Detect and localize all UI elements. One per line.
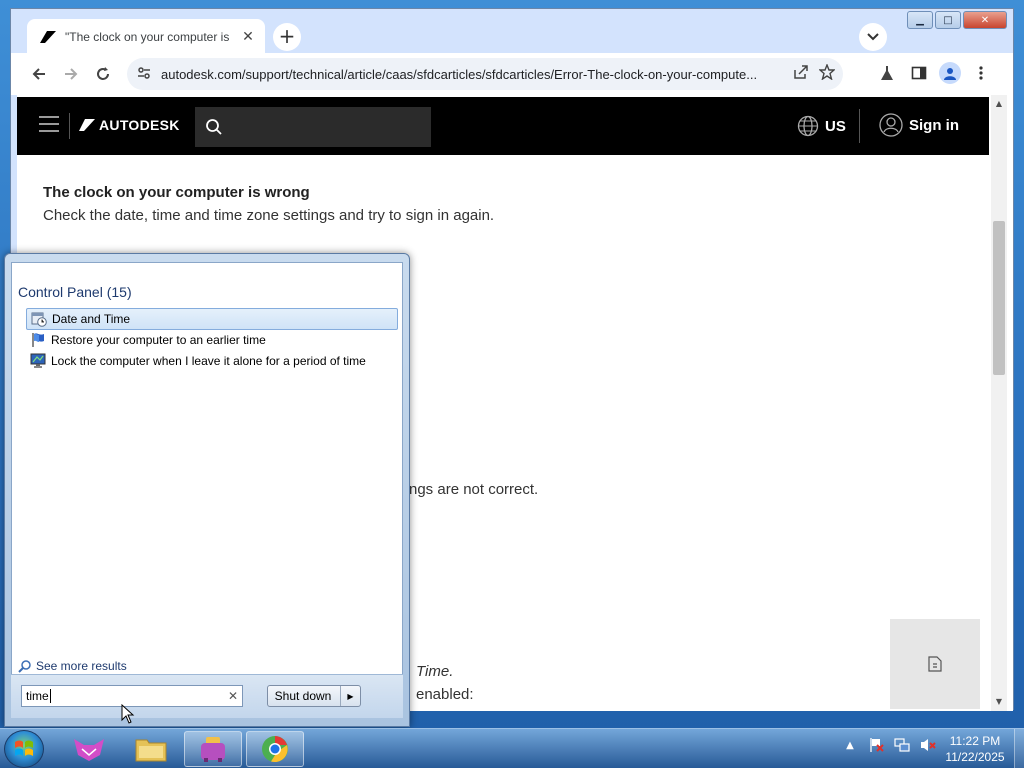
toolbar-right [875, 61, 993, 85]
document-icon [928, 656, 942, 672]
forward-button[interactable] [55, 58, 87, 90]
tab-search-button[interactable] [859, 23, 887, 51]
text-caret [49, 689, 51, 703]
see-more-label: See more results [36, 659, 127, 673]
user-icon [879, 113, 903, 137]
reload-icon [97, 67, 109, 80]
search-icon [206, 119, 222, 135]
clock-date: 11/22/2025 [945, 750, 1005, 764]
profile-avatar-icon[interactable] [939, 62, 961, 84]
reload-button[interactable] [87, 58, 119, 90]
new-tab-button[interactable]: + [273, 23, 301, 51]
browser-toolbar: autodesk.com/support/technical/article/c… [11, 53, 1013, 95]
globe-icon [797, 115, 819, 137]
region-label: US [825, 117, 846, 135]
window-controls: ▁ □ ✕ [907, 11, 1007, 29]
bookmark-star-icon[interactable] [818, 63, 836, 84]
site-header: AUTODESK US Sign in [17, 97, 989, 155]
calendar-clock-icon [31, 311, 47, 327]
monitor-icon [30, 353, 46, 369]
action-center-flag-icon[interactable] [868, 737, 884, 753]
volume-muted-icon[interactable] [920, 737, 936, 753]
sign-in-label: Sign in [909, 116, 959, 134]
result-label: Date and Time [52, 312, 131, 326]
maximize-button[interactable]: □ [935, 11, 961, 29]
hamburger-menu-icon[interactable] [39, 116, 59, 134]
tab-autodesk[interactable]: "The clock on your computer is ✕ [27, 19, 265, 55]
chevron-down-icon [867, 33, 879, 41]
minimize-button[interactable]: ▁ [907, 11, 933, 29]
side-panel-icon[interactable] [907, 61, 931, 85]
back-arrow-icon [32, 68, 45, 80]
result-item-system-restore[interactable]: Restore your computer to an earlier time [26, 329, 398, 351]
results-group-header[interactable]: Control Panel (15) [18, 284, 132, 300]
result-item-lock-computer[interactable]: Lock the computer when I leave it alone … [26, 350, 398, 372]
article-text-fragment-italic: Time. [416, 663, 454, 680]
windows-logo-icon [15, 740, 33, 756]
article-subtitle: Check the date, time and time zone setti… [43, 207, 495, 224]
shutdown-label: Shut down [274, 689, 332, 703]
result-label: Restore your computer to an earlier time [51, 333, 266, 347]
labs-flask-icon[interactable] [875, 61, 899, 85]
search-value: time [26, 689, 49, 703]
taskbar-file-explorer[interactable] [122, 731, 180, 767]
taskbar-chrome[interactable] [246, 731, 304, 767]
autodesk-favicon-icon [39, 28, 57, 46]
result-label: Lock the computer when I leave it alone … [51, 354, 366, 368]
taskbar: ▲ 11:22 PM 11/22/2025 [0, 728, 1024, 768]
network-icon[interactable] [894, 737, 910, 753]
toaster-icon [201, 737, 225, 762]
show-desktop-button[interactable] [1014, 729, 1024, 768]
tab-strip: "The clock on your computer is ✕ + ▁ □ ✕ [11, 9, 1013, 55]
start-menu: Control Panel (15) Date and Time Restore… [4, 253, 410, 727]
show-hidden-icons-icon[interactable]: ▲ [842, 737, 858, 753]
taskbar-app-fox[interactable] [60, 731, 118, 767]
region-selector[interactable]: US [797, 115, 846, 137]
shutdown-options-arrow-icon[interactable]: ▶ [340, 686, 360, 706]
article-text-fragment-2: enabled: [416, 686, 474, 703]
start-button[interactable] [4, 730, 44, 768]
address-bar[interactable]: autodesk.com/support/technical/article/c… [127, 58, 843, 90]
article-title: The clock on your computer is wrong [43, 184, 310, 201]
logo-text: AUTODESK [99, 117, 180, 133]
clock-time: 11:22 PM [949, 734, 1001, 748]
feedback-widget[interactable] [890, 619, 980, 709]
taskbar-clock[interactable]: 11:22 PM 11/22/2025 [938, 733, 1012, 765]
search-results-panel: Control Panel (15) Date and Time Restore… [11, 262, 403, 718]
clear-search-icon[interactable]: ✕ [228, 689, 238, 703]
taskbar-app-toaster[interactable] [184, 731, 242, 767]
tab-close-icon[interactable]: ✕ [239, 28, 257, 46]
result-item-date-and-time[interactable]: Date and Time [26, 308, 398, 330]
forward-arrow-icon [65, 68, 78, 80]
omnibox-actions [793, 63, 836, 84]
back-button[interactable] [23, 58, 55, 90]
sign-in-button[interactable]: Sign in [879, 113, 959, 137]
mouse-cursor-icon [121, 704, 135, 724]
chrome-icon [262, 736, 288, 763]
browser-menu-icon[interactable] [969, 61, 993, 85]
autodesk-logo-icon [79, 119, 95, 131]
close-button[interactable]: ✕ [963, 11, 1007, 29]
system-tray: ▲ [842, 737, 936, 753]
url-text: autodesk.com/support/technical/article/c… [161, 66, 758, 82]
magnifier-icon [18, 660, 31, 673]
shutdown-button[interactable]: Shut down ▶ [267, 685, 361, 707]
site-search-input[interactable] [195, 107, 431, 147]
see-more-results-link[interactable]: See more results [18, 659, 127, 673]
autodesk-logo[interactable]: AUTODESK [79, 117, 180, 133]
article-text-fragment: ngs are not correct. [409, 481, 539, 498]
header-divider-right [859, 109, 860, 143]
scroll-thumb[interactable] [993, 221, 1005, 375]
flag-icon [30, 332, 46, 348]
page-scrollbar[interactable]: ▲ ▼ [991, 95, 1007, 711]
fox-app-icon [74, 739, 104, 761]
scroll-down-icon[interactable]: ▼ [994, 697, 1004, 707]
scroll-up-icon[interactable]: ▲ [994, 99, 1004, 109]
folder-icon [135, 739, 167, 762]
header-divider [69, 113, 70, 139]
share-icon[interactable] [793, 64, 809, 84]
start-menu-footer: time ✕ Shut down ▶ [11, 674, 403, 718]
tab-title: "The clock on your computer is [65, 30, 230, 44]
site-info-icon[interactable] [137, 65, 151, 84]
